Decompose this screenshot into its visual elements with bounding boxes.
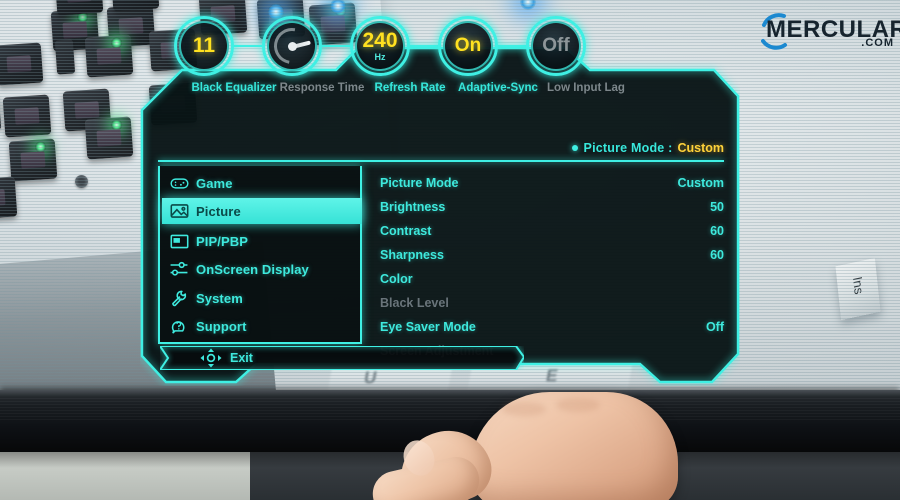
dpad-icon [200, 348, 222, 368]
exit-label: Exit [230, 351, 253, 365]
setting-value: 50 [710, 199, 724, 214]
question-bubble-icon [162, 318, 196, 334]
osd-status-gauges: 11 Black Equalizer Response Time 240 Hz … [174, 16, 625, 114]
sidebar-item-label: Picture [196, 203, 241, 219]
gauge-value: On [454, 35, 482, 56]
gauge-connector [496, 45, 526, 47]
setting-label: Contrast [380, 223, 432, 238]
sidebar-item-game[interactable]: Game [162, 170, 362, 196]
mercular-watermark: MERCULAR .COM [761, 10, 900, 52]
gauge-response-time[interactable]: Response Time [262, 16, 364, 94]
breadcrumb-bullet-icon [571, 145, 578, 151]
human-hand [352, 382, 682, 500]
breadcrumb-value: Custom [677, 141, 724, 155]
setting-label: Sharpness [380, 247, 444, 262]
blue-led-glow [520, 0, 536, 10]
setting-label: Black Level [380, 295, 449, 310]
sidebar-item-label: System [196, 290, 243, 306]
gauge-dial [266, 20, 318, 72]
sidebar-item-picture[interactable]: Picture [162, 198, 362, 224]
sidebar-item-pip-pbp[interactable]: PIP/PBP [162, 228, 362, 254]
sliders-icon [162, 261, 196, 277]
hand-knuckle [556, 398, 600, 412]
setting-row-black-level: Black Level [380, 291, 724, 314]
keyboard-switch [84, 34, 134, 78]
gauge-value-wrap: On [438, 16, 498, 76]
screenshot-root: U E Ins MERCULAR .COM 11 Black Equalizer… [0, 0, 900, 500]
gauge-low-input-lag[interactable]: Off Low Input Lag [526, 16, 625, 94]
gauge-dial-hub [288, 42, 297, 51]
gauge-connector [232, 45, 262, 47]
breadcrumb-label: Picture Mode : [583, 141, 673, 155]
setting-label: Brightness [380, 199, 446, 214]
ins-keycap: Ins [835, 257, 881, 321]
keyboard-switch [0, 42, 44, 86]
setting-label: Color [380, 271, 413, 286]
sidebar-item-label: OnScreen Display [196, 261, 309, 277]
setting-row-sharpness[interactable]: Sharpness 60 [380, 243, 724, 266]
breadcrumb: Picture Mode : Custom [158, 136, 724, 160]
keyboard-switch [84, 116, 134, 160]
setting-label: Picture Mode [380, 175, 459, 190]
osd-exit-bar[interactable]: Exit [160, 346, 524, 370]
sidebar-item-support[interactable]: Support [162, 313, 362, 339]
setting-value: Off [705, 319, 724, 334]
osd-settings-list: Picture Mode Custom Brightness 50 Contra… [380, 166, 724, 366]
keyboard-switch [2, 94, 52, 138]
osd-sidebar: Game Picture PIP/PBP OnScreen Display Sy… [158, 166, 362, 344]
setting-row-brightness[interactable]: Brightness 50 [380, 195, 724, 218]
osd-menu: 11 Black Equalizer Response Time 240 Hz … [140, 16, 740, 398]
gauge-refresh-rate[interactable]: 240 Hz Refresh Rate [350, 16, 445, 94]
setting-label: Eye Saver Mode [380, 319, 476, 334]
setting-row-contrast[interactable]: Contrast 60 [380, 219, 724, 242]
gauge-connector [408, 45, 438, 47]
sidebar-item-system[interactable]: System [162, 285, 362, 311]
pip-icon [162, 234, 196, 249]
mercular-domain-suffix: .COM [861, 37, 894, 49]
gauge-value: 11 [192, 34, 216, 57]
gauge-value: 240 [362, 28, 398, 52]
setting-value: 60 [710, 247, 724, 262]
plate-screw-hole [75, 175, 88, 188]
setting-row-color[interactable]: Color [380, 267, 724, 290]
gamepad-icon [162, 176, 196, 191]
gauge-unit: Hz [374, 51, 386, 62]
gauge-value: Off [542, 35, 570, 56]
keyboard-switch [0, 176, 18, 220]
sidebar-item-label: Support [196, 318, 247, 334]
setting-value: Custom [677, 175, 724, 190]
keyboard-switch [8, 138, 58, 182]
breadcrumb-divider [158, 160, 724, 162]
gauge-value-wrap: Off [526, 16, 586, 76]
sidebar-item-onscreen-display[interactable]: OnScreen Display [162, 256, 362, 282]
gauge-value-wrap: 240 Hz [350, 16, 410, 76]
hand-knuckle [502, 402, 546, 416]
gauge-black-equalizer[interactable]: 11 Black Equalizer [174, 16, 277, 94]
setting-row-eye-saver-mode[interactable]: Eye Saver Mode Off [380, 315, 724, 338]
gauge-value-wrap: 11 [174, 16, 234, 76]
sidebar-item-label: Game [196, 175, 233, 191]
keyboard-stabilizer [54, 39, 76, 75]
setting-value: 60 [710, 223, 724, 238]
setting-row-picture-mode[interactable]: Picture Mode Custom [380, 171, 724, 194]
gauge-adaptive-sync[interactable]: On Adaptive-Sync [438, 16, 538, 94]
gauge-label: Low Input Lag [547, 82, 625, 94]
keycap-label: Ins [850, 275, 867, 296]
wrench-icon [162, 290, 196, 307]
image-icon [162, 203, 196, 219]
gauge-connector [320, 45, 350, 47]
sidebar-item-label: PIP/PBP [196, 233, 248, 249]
